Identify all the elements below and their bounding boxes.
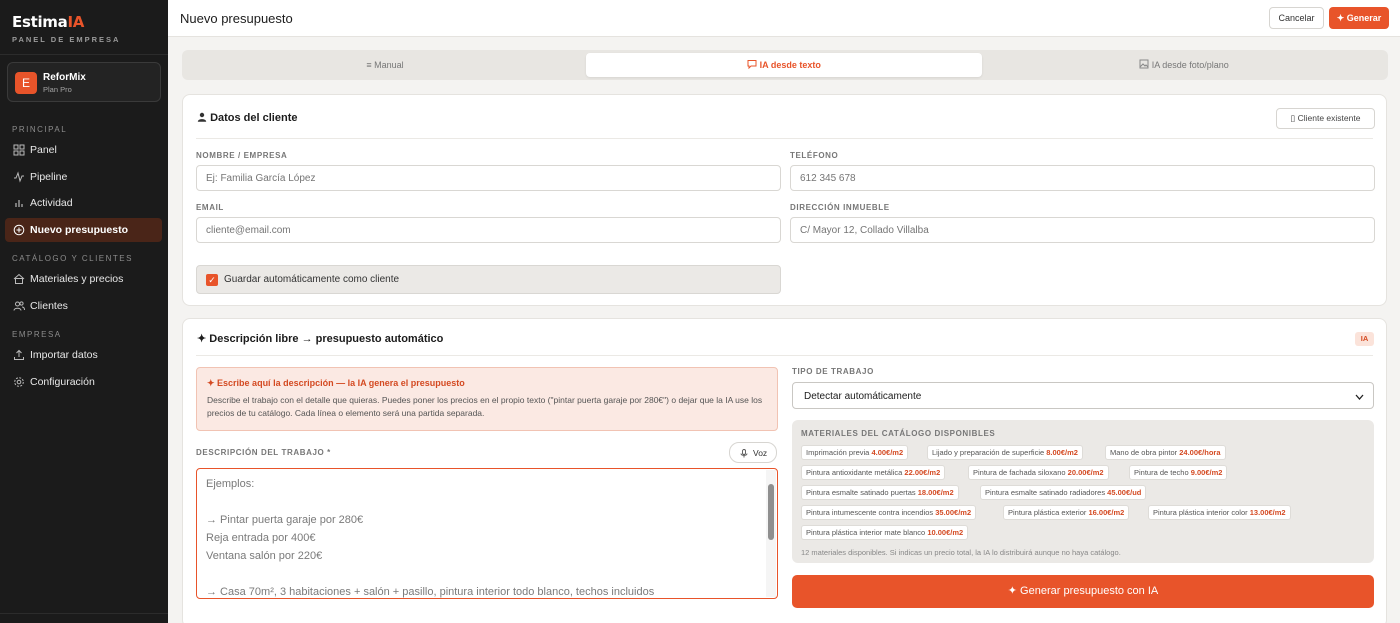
section-catalogo: CATÁLOGO Y CLIENTES [12,254,133,263]
upload-icon [14,349,24,360]
sidebar-item-actividad[interactable]: Actividad [5,191,162,215]
autosave-checkbox[interactable]: ✓ [206,274,218,286]
sidebar-item-label: Panel [30,144,57,156]
sidebar-item-label: Pipeline [30,171,68,183]
materials-footer: 12 materiales disponibles. Si indicas un… [801,548,1121,557]
sidebar-item-label: Clientes [30,300,68,312]
description-textarea[interactable]: Ejemplos: → Pintar puerta garaje por 280… [196,468,778,599]
list-icon: ≡ [366,60,372,70]
users-icon [13,301,25,311]
description-card-title: ✦ Descripción libre → presupuesto automá… [197,333,444,345]
chat-icon [747,60,757,70]
tab-ia-foto[interactable]: IA desde foto/plano [984,53,1384,77]
textarea-scrollbar[interactable] [766,470,776,597]
sidebar-item-label: Nuevo presupuesto [30,224,129,236]
card-divider [196,138,1373,139]
user-icon [197,112,207,122]
name-input[interactable] [196,165,781,191]
voice-button[interactable]: Voz [729,442,777,463]
hint-title: ✦ Escribe aquí la descripción — la IA ge… [207,378,465,388]
gear-icon [14,377,24,387]
work-type-label: TIPO DE TRABAJO [792,367,874,376]
material-chip[interactable]: Pintura de fachada siloxano 20.00€/m2 [968,465,1109,480]
bar-chart-icon [15,200,23,207]
home-icon [13,273,25,284]
existing-client-button[interactable]: ▯ Cliente existente [1276,108,1375,129]
phone-input[interactable] [790,165,1375,191]
material-chip[interactable]: Pintura intumescente contra incendios 35… [801,505,977,520]
image-icon [1139,59,1149,69]
top-header: Nuevo presupuesto Cancelar ✦ Generar [168,0,1400,37]
grid-icon [13,144,25,156]
logo-subtitle: PANEL DE EMPRESA [12,35,121,44]
sidebar-item-nuevo-presupuesto[interactable]: Nuevo presupuesto [5,218,162,242]
section-empresa: EMPRESA [12,330,62,339]
description-card: ✦ Descripción libre → presupuesto automá… [182,318,1387,623]
autosave-option[interactable]: ✓ Guardar automáticamente como cliente [196,265,781,294]
sidebar-item-importar[interactable]: Importar datos [5,343,162,367]
hint-box: ✦ Escribe aquí la descripción — la IA ge… [196,367,778,431]
material-chip[interactable]: Pintura esmalte satinado radiadores 45.0… [980,485,1147,500]
pulse-icon [14,171,24,183]
company-name: ReforMix [43,72,86,83]
chevron-down-icon [1355,394,1364,400]
sidebar: EstimaIA PANEL DE EMPRESA E ReforMix Pla… [0,0,168,623]
material-chip[interactable]: Pintura esmalte satinado puertas 18.00€/… [801,485,959,500]
company-switcher[interactable]: E ReforMix Plan Pro [7,62,161,102]
address-input[interactable] [790,217,1375,243]
sidebar-item-label: Materiales y precios [30,273,124,285]
materials-title: MATERIALES DEL CATÁLOGO DISPONIBLES [801,429,996,438]
material-chip[interactable]: Pintura antioxidante metálica 22.00€/m2 [801,465,946,480]
email-label: EMAIL [196,203,224,212]
company-avatar: E [15,72,37,94]
sidebar-item-panel[interactable]: Panel [5,138,162,162]
sidebar-item-label: Actividad [30,197,73,209]
cancel-button[interactable]: Cancelar [1269,7,1324,29]
app-logo[interactable]: EstimaIA [12,13,84,31]
sidebar-item-configuracion[interactable]: Configuración [5,370,162,394]
sidebar-item-materiales[interactable]: Materiales y precios [5,267,162,291]
plus-circle-icon [13,224,25,236]
name-label: NOMBRE / EMPRESA [196,151,288,160]
email-input[interactable] [196,217,781,243]
sidebar-divider [0,54,168,55]
page-title: Nuevo presupuesto [180,11,293,26]
section-principal: PRINCIPAL [12,125,68,134]
address-label: DIRECCIÓN INMUEBLE [790,203,890,212]
company-plan: Plan Pro [43,85,72,94]
material-chip[interactable]: Mano de obra pintor 24.00€/hora [1105,445,1226,460]
autosave-label: Guardar automáticamente como cliente [224,274,400,285]
material-chip[interactable]: Pintura plástica interior mate blanco 10… [801,525,969,540]
material-chip[interactable]: Imprimación previa 4.00€/m2 [801,445,909,460]
mode-tabs: ≡ Manual IA desde texto IA desde foto/pl… [182,50,1388,80]
sidebar-item-pipeline[interactable]: Pipeline [5,165,162,189]
tab-ia-texto[interactable]: IA desde texto [586,53,982,77]
material-chip[interactable]: Pintura plástica interior color 13.00€/m… [1148,505,1291,520]
generate-button[interactable]: ✦ Generar [1329,7,1389,29]
tab-manual[interactable]: ≡ Manual [186,53,584,77]
clipboard-icon: ▯ [1290,113,1296,123]
material-chip[interactable]: Pintura de techo 9.00€/m2 [1129,465,1228,480]
sidebar-item-label: Configuración [30,376,95,388]
ia-badge: IA [1355,332,1374,346]
material-chip[interactable]: Pintura plástica exterior 16.00€/m2 [1003,505,1130,520]
card-divider [196,355,1373,356]
client-card: Datos del cliente ▯ Cliente existente NO… [182,94,1387,306]
hint-body: Describe el trabajo con el detalle que q… [207,395,763,418]
work-type-select[interactable]: Detectar automáticamente [792,382,1374,409]
sidebar-item-label: Importar datos [30,349,98,361]
scrollbar-thumb[interactable] [768,484,774,540]
generate-ia-button[interactable]: ✦ Generar presupuesto con IA [792,575,1374,608]
sidebar-bottom-divider [0,613,168,614]
phone-label: TELÉFONO [790,151,839,160]
materials-panel: MATERIALES DEL CATÁLOGO DISPONIBLES Impr… [792,420,1374,563]
description-label: DESCRIPCIÓN DEL TRABAJO * [196,448,331,457]
material-chip[interactable]: Lijado y preparación de superficie 8.00€… [927,445,1083,460]
sidebar-item-clientes[interactable]: Clientes [5,294,162,318]
client-card-title: Datos del cliente [197,112,297,124]
microphone-icon [740,449,748,458]
